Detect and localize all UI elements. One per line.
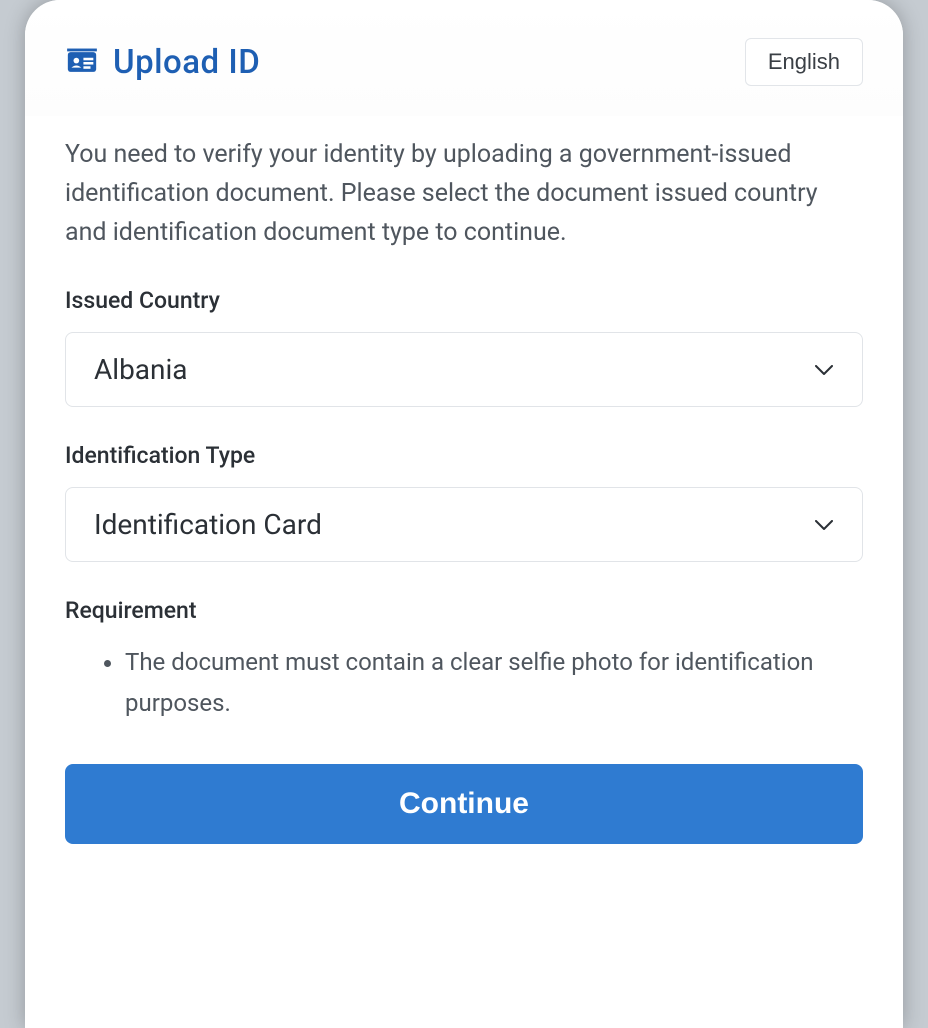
requirement-list: The document must contain a clear selfie… bbox=[65, 642, 863, 724]
issued-country-value: Albania bbox=[94, 353, 188, 386]
title-group: Upload ID bbox=[65, 43, 260, 82]
id-card-icon bbox=[65, 45, 99, 79]
identification-type-label: Identification Type bbox=[65, 442, 863, 469]
content: You need to verify your identity by uplo… bbox=[25, 116, 903, 884]
page-title: Upload ID bbox=[113, 43, 260, 82]
chevron-down-icon bbox=[814, 515, 834, 535]
intro-text: You need to verify your identity by uplo… bbox=[65, 136, 863, 252]
upload-id-screen: Upload ID English You need to verify you… bbox=[25, 0, 903, 1028]
identification-type-value: Identification Card bbox=[94, 508, 322, 541]
issued-country-select[interactable]: Albania bbox=[65, 332, 863, 407]
chevron-down-icon bbox=[814, 360, 834, 380]
requirement-label: Requirement bbox=[65, 597, 863, 624]
requirement-item: The document must contain a clear selfie… bbox=[125, 642, 863, 724]
language-select-button[interactable]: English bbox=[745, 38, 863, 86]
identification-type-select[interactable]: Identification Card bbox=[65, 487, 863, 562]
continue-button[interactable]: Continue bbox=[65, 764, 863, 844]
issued-country-label: Issued Country bbox=[65, 287, 863, 314]
header: Upload ID English bbox=[25, 0, 903, 116]
